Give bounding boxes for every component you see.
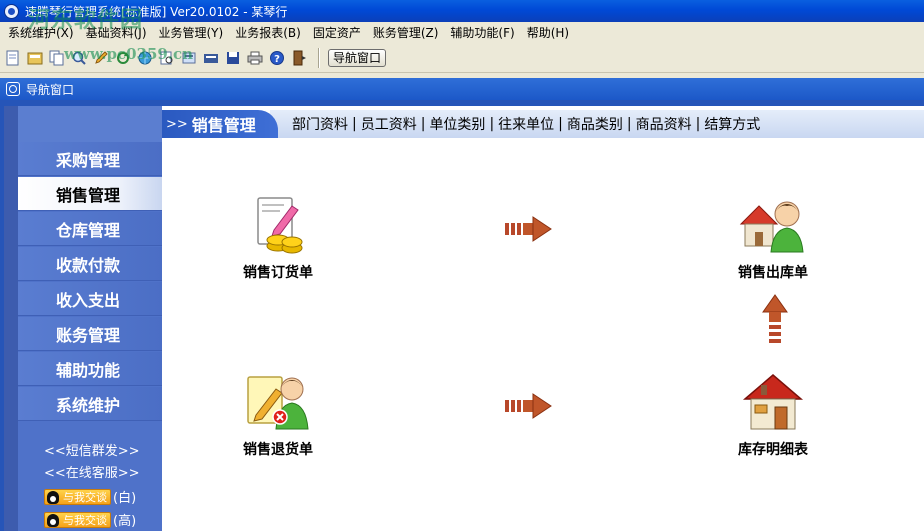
link-separator: | [626,116,632,132]
inner-window-titlebar: 导航窗口 [0,78,924,100]
sales-outbound-label: 销售出库单 [738,265,808,281]
sidebar: 采购管理 销售管理 仓库管理 收款付款 收入支出 账务管理 辅助功能 系统维护 … [4,106,162,531]
link-departments[interactable]: 部门资料 [292,114,348,134]
arrow-right-icon [505,216,552,242]
sales-order-label: 销售订货单 [243,265,313,281]
sidebar-item-payments[interactable]: 收款付款 [18,247,162,281]
open-icon[interactable] [26,49,44,67]
sales-order-icon [242,192,314,258]
network-icon[interactable] [136,49,154,67]
sidebar-item-income-expense[interactable]: 收入支出 [18,282,162,316]
link-separator: | [695,116,701,132]
link-unit-categories[interactable]: 单位类别 [429,114,485,134]
qq-penguin-icon [47,490,59,504]
sidebar-item-accounts[interactable]: 账务管理 [18,317,162,351]
menu-help[interactable]: 帮助(H) [521,24,575,41]
qq-chat-badge[interactable]: 与我交谈 [44,488,111,505]
sidebar-item-sales[interactable]: 销售管理 [18,177,162,211]
sidebar-item-purchase[interactable]: 采购管理 [18,142,162,176]
sidebar-header [18,106,162,142]
app-titlebar: 速腾琴行管理系统[标准版] Ver20.0102 - 某琴行 [0,0,924,22]
link-separator: | [489,116,495,132]
export-icon[interactable] [180,49,198,67]
nav-window-button[interactable]: 导航窗口 [328,48,387,67]
module-tabbar: 部门资料 | 员工资料 | 单位类别 | 往来单位 | 商品类别 | 商品资料 … [162,106,924,142]
link-employees[interactable]: 员工资料 [361,114,417,134]
qq-chat-badge[interactable]: 与我交谈 [44,511,111,528]
save-icon[interactable] [224,49,242,67]
menu-fixed-assets[interactable]: 固定资产 [307,24,367,41]
sidebar-item-warehouse[interactable]: 仓库管理 [18,212,162,246]
module-title: 销售管理 [191,116,256,135]
edit-icon[interactable] [92,49,110,67]
sales-order-button[interactable]: 销售订货单 [242,192,314,282]
exit-icon[interactable] [290,49,308,67]
main-panel: 部门资料 | 员工资料 | 单位类别 | 往来单位 | 商品类别 | 商品资料 … [162,106,924,531]
arrow-up-icon [762,294,788,343]
arrow-right-icon [505,393,552,419]
window-title: 速腾琴行管理系统[标准版] Ver20.0102 - 某琴行 [25,4,288,19]
menu-system[interactable]: 系统维护(X) [2,24,80,41]
link-settlement-methods[interactable]: 结算方式 [704,114,760,134]
quick-links: 部门资料 | 员工资料 | 单位类别 | 往来单位 | 商品类别 | 商品资料 … [270,110,924,138]
sales-return-icon [242,369,314,435]
svg-text:?: ? [274,54,280,65]
qq-contact-white[interactable]: 与我交谈 (白) [44,487,136,506]
sales-return-button[interactable]: 销售退货单 [242,369,314,459]
help-icon[interactable]: ? [268,49,286,67]
sales-outbound-icon [737,192,809,258]
menu-basic-data[interactable]: 基础资料(J) [80,24,153,41]
module-tab: >> 销售管理 [162,110,278,138]
menu-accounts[interactable]: 账务管理(Z) [367,24,445,41]
menu-business[interactable]: 业务管理(Y) [153,24,230,41]
print-icon[interactable] [246,49,264,67]
card-icon[interactable] [202,49,220,67]
link-separator: | [558,116,563,132]
refresh-icon[interactable] [114,49,132,67]
link-product-categories[interactable]: 商品类别 [567,114,623,134]
inventory-house-icon [737,369,809,435]
toolbar-separator [318,47,320,68]
sidebar-stripe [4,106,18,531]
search-icon[interactable] [70,49,88,67]
online-service-link[interactable]: <<在线客服>> [44,462,140,481]
menu-bar: 系统维护(X) 基础资料(J) 业务管理(Y) 业务报表(B) 固定资产 账务管… [0,22,924,43]
qq-contact-gao[interactable]: 与我交谈 (高) [44,510,136,529]
link-separator: | [352,116,357,132]
app-icon[interactable] [4,3,19,19]
sidebar-item-system[interactable]: 系统维护 [18,387,162,421]
tab-chevron: >> [166,116,188,132]
link-products[interactable]: 商品资料 [636,114,692,134]
menu-auxiliary[interactable]: 辅助功能(F) [444,24,520,41]
sms-broadcast-link[interactable]: <<短信群发>> [44,440,140,459]
inner-window-title: 导航窗口 [26,82,75,97]
window-icon [6,82,20,96]
link-partners[interactable]: 往来单位 [498,114,554,134]
new-doc-icon[interactable] [4,49,22,67]
qq-penguin-icon [47,513,59,527]
toolbar: ? 导航窗口 [0,43,924,73]
sales-return-label: 销售退货单 [243,442,313,458]
inventory-detail-label: 库存明细表 [738,442,808,458]
sidebar-item-auxiliary[interactable]: 辅助功能 [18,352,162,386]
qq-chat-label: 与我交谈 [63,513,107,527]
print-preview-icon[interactable] [158,49,176,67]
copy-icon[interactable] [48,49,66,67]
sales-outbound-button[interactable]: 销售出库单 [737,192,809,282]
qq-suffix: (白) [113,491,137,506]
inventory-detail-button[interactable]: 库存明细表 [737,369,809,459]
menu-reports[interactable]: 业务报表(B) [229,24,307,41]
link-separator: | [420,116,426,132]
qq-chat-label: 与我交谈 [63,490,107,504]
qq-suffix: (高) [113,514,137,529]
